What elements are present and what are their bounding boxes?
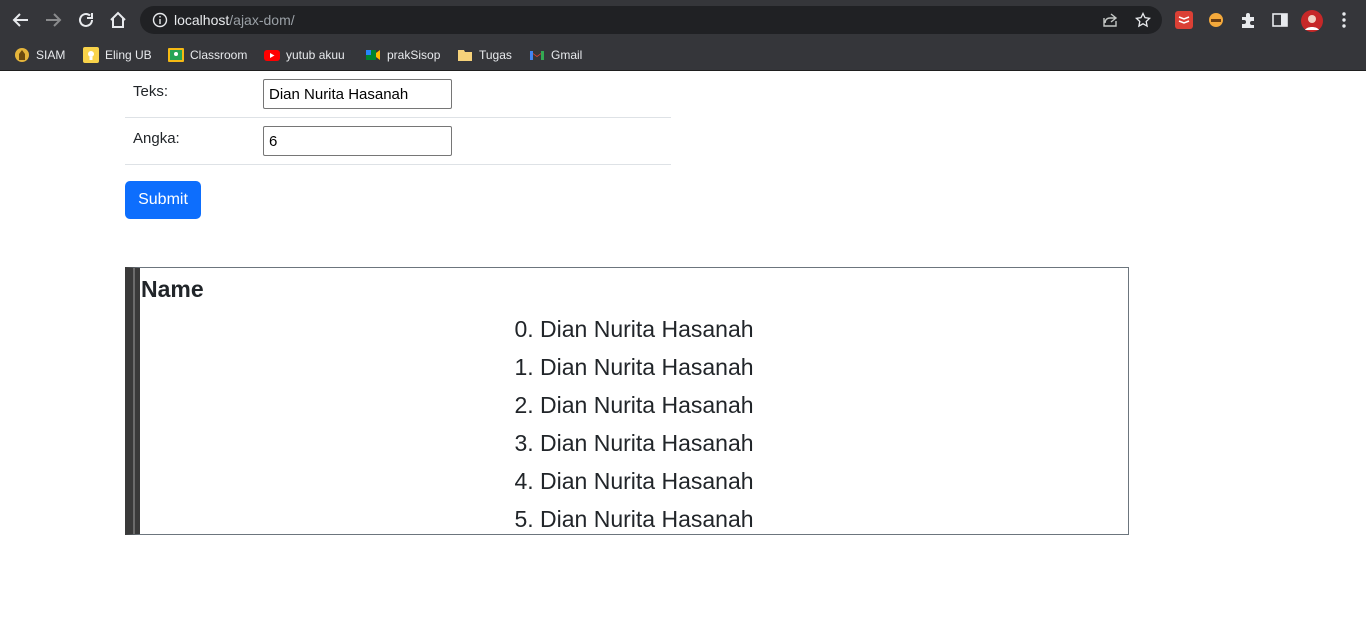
teks-row: Teks: <box>125 71 671 118</box>
bookmark-label: Classroom <box>190 48 248 62</box>
bookmark-label: Eling UB <box>105 48 152 62</box>
url-host: localhost <box>174 12 230 28</box>
bookmark-tugas[interactable]: Tugas <box>457 44 512 66</box>
folder-icon <box>457 47 473 63</box>
bookmark-star-icon[interactable] <box>1134 11 1152 28</box>
bookmark-praksisop[interactable]: prakSisop <box>365 44 440 66</box>
bookmark-label: SIAM <box>36 48 66 62</box>
site-info-icon[interactable] <box>152 12 168 28</box>
list-item: 3. Dian Nurita Hasanah <box>514 430 754 456</box>
submit-button[interactable]: Submit <box>125 181 201 219</box>
teks-input[interactable] <box>263 79 452 109</box>
chrome-menu-icon[interactable] <box>1334 10 1354 30</box>
list-item: 1. Dian Nurita Hasanah <box>514 354 754 380</box>
list-item: 5. Dian Nurita Hasanah <box>514 506 754 532</box>
url-path: /ajax-dom/ <box>229 12 295 28</box>
result-panel: Name 0. Dian Nurita Hasanah 1. Dian Nuri… <box>125 267 1129 535</box>
result-heading: Name <box>141 276 204 302</box>
result-list: 0. Dian Nurita Hasanah 1. Dian Nurita Ha… <box>140 310 1128 538</box>
forward-arrow-icon[interactable] <box>41 8 65 32</box>
classroom-icon <box>168 47 184 63</box>
extensions-puzzle-icon[interactable] <box>1238 10 1258 30</box>
address-bar[interactable]: localhost/ajax-dom/ <box>140 6 1162 34</box>
form-table: Teks: Angka: <box>125 71 671 165</box>
bookmark-yutub-akuu[interactable]: yutub akuu <box>264 44 345 66</box>
list-item: 0. Dian Nurita Hasanah <box>514 316 754 342</box>
angka-input[interactable] <box>263 126 452 156</box>
teks-label: Teks: <box>133 83 169 100</box>
todoist-extension-icon[interactable] <box>1174 10 1194 30</box>
bookmark-eling-ub[interactable]: Eling UB <box>83 44 152 66</box>
youtube-icon <box>264 47 280 63</box>
bookmarks-bar: SIAM Eling UB Classroom yutub akuu prakS… <box>0 40 1366 71</box>
bookmark-gmail[interactable]: Gmail <box>529 44 582 66</box>
bookmark-classroom[interactable]: Classroom <box>168 44 247 66</box>
bookmark-siam[interactable]: SIAM <box>14 44 65 66</box>
url-text: localhost/ajax-dom/ <box>174 12 295 28</box>
gmail-icon <box>529 47 545 63</box>
angka-label: Angka: <box>133 130 180 147</box>
reload-icon[interactable] <box>74 8 98 32</box>
bulb-icon <box>83 47 99 63</box>
side-panel-icon[interactable] <box>1270 10 1290 30</box>
meet-icon <box>365 47 381 63</box>
siam-icon <box>14 47 30 63</box>
back-arrow-icon[interactable] <box>9 8 33 32</box>
browser-toolbar: localhost/ajax-dom/ <box>0 0 1366 40</box>
list-item: 2. Dian Nurita Hasanah <box>514 392 754 418</box>
page-content: Teks: Angka: Submit Name 0. Dian Nurita … <box>0 71 1366 628</box>
honey-extension-icon[interactable] <box>1206 10 1226 30</box>
profile-avatar[interactable] <box>1301 10 1323 32</box>
bookmark-label: yutub akuu <box>286 48 345 62</box>
bookmark-label: Tugas <box>479 48 512 62</box>
bookmark-label: Gmail <box>551 48 583 62</box>
share-icon[interactable] <box>1102 12 1118 28</box>
home-icon[interactable] <box>106 8 130 32</box>
list-item: 4. Dian Nurita Hasanah <box>514 468 754 494</box>
angka-row: Angka: <box>125 118 671 165</box>
bookmark-label: prakSisop <box>387 48 441 62</box>
